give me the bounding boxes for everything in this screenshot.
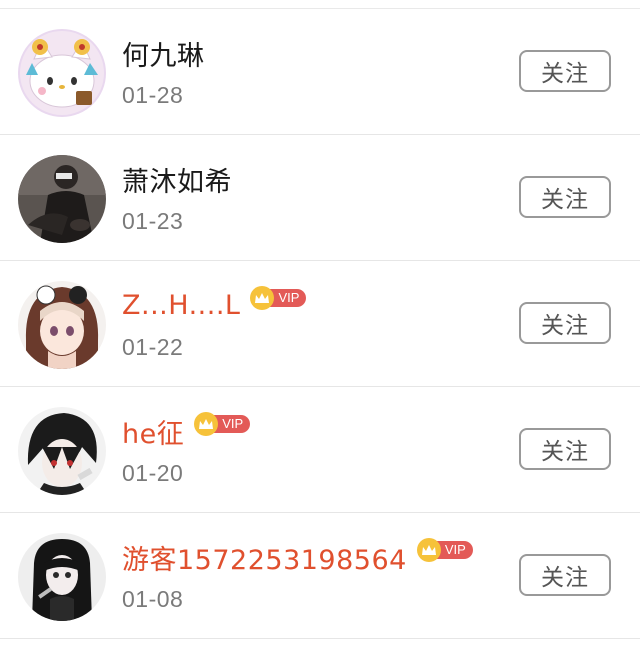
follow-date: 01-20 [122, 460, 184, 486]
vip-badge: VIP [250, 286, 307, 310]
name-line: he征 VIP [122, 411, 251, 451]
crown-icon [416, 538, 441, 562]
user-name[interactable]: Z...H....L [122, 290, 240, 321]
list-item[interactable]: 萧沐如希 01-23 关注 [0, 135, 640, 261]
name-line: 游客1572253198564 VIP [122, 537, 473, 577]
follow-date: 01-22 [122, 334, 184, 360]
follow-button[interactable]: 关注 [519, 554, 611, 596]
list-item[interactable]: Z...H....L VIP 01-22 关注 [0, 261, 640, 387]
list-item[interactable]: 游客1572253198564 VIP 01-08 关注 [0, 513, 640, 639]
name-line: 何九琳 [122, 33, 205, 73]
follow-button[interactable]: 关注 [519, 50, 611, 92]
dark-hair-girl-avatar-icon[interactable] [18, 533, 106, 621]
follow-button[interactable]: 关注 [519, 428, 611, 470]
user-name[interactable]: 何九琳 [122, 34, 205, 73]
user-name[interactable]: he征 [122, 412, 184, 451]
follow-date: 01-08 [122, 586, 184, 612]
vip-badge: VIP [194, 412, 251, 436]
list-item[interactable]: he征 VIP 01-20 关注 [0, 387, 640, 513]
anime-girl-avatar-icon[interactable] [18, 281, 106, 369]
follow-button[interactable]: 关注 [519, 302, 611, 344]
name-line: Z...H....L VIP [122, 285, 307, 325]
dark-photo-avatar-icon[interactable] [18, 155, 106, 243]
list-item[interactable]: 何九琳 01-28 关注 [0, 9, 640, 135]
hello-kitty-avatar-icon[interactable] [18, 29, 106, 117]
follow-list: 何九琳 01-28 关注 萧沐如希 01-23 关注 Z...H....L VI… [0, 9, 640, 639]
follow-button[interactable]: 关注 [519, 176, 611, 218]
user-name[interactable]: 游客1572253198564 [122, 538, 407, 577]
anime-boy-avatar-icon[interactable] [18, 407, 106, 495]
name-line: 萧沐如希 [122, 159, 232, 199]
follow-date: 01-28 [122, 82, 184, 108]
vip-badge: VIP [416, 538, 473, 562]
follow-date: 01-23 [122, 208, 184, 234]
user-name[interactable]: 萧沐如希 [122, 160, 232, 199]
